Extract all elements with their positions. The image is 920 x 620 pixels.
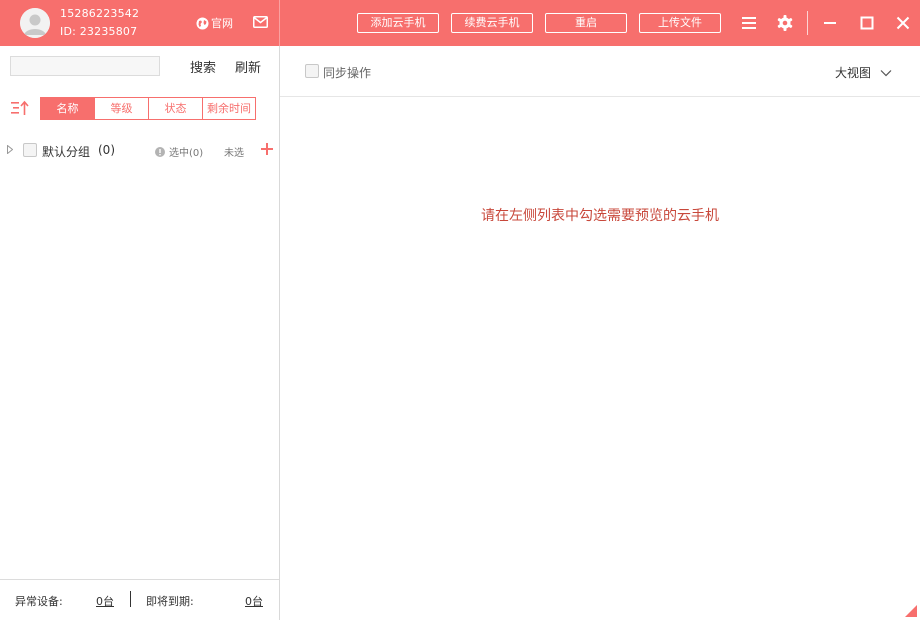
sync-operation-checkbox[interactable]: [305, 64, 319, 78]
search-input[interactable]: [10, 56, 160, 76]
unselect-button[interactable]: 未选: [224, 144, 244, 159]
upload-file-button[interactable]: 上传文件: [639, 13, 721, 33]
official-site-link[interactable]: 官网: [196, 15, 233, 31]
group-row-default: 默认分组 (0) 选中(0) 未选: [0, 140, 279, 160]
view-mode-select[interactable]: 大视图: [835, 64, 892, 81]
sort-tab-status[interactable]: 状态: [149, 98, 203, 119]
user-id: ID: 23235807: [60, 25, 138, 38]
title-bar: 15286223542 ID: 23235807 官网 添加云手机 续费云手机 …: [0, 0, 920, 46]
group-selected-label: 选中(0): [169, 148, 204, 159]
restart-button[interactable]: 重启: [545, 13, 627, 33]
close-icon[interactable]: [893, 13, 913, 33]
menu-icon[interactable]: [739, 13, 759, 33]
group-selected-count: 选中(0): [155, 144, 203, 159]
chevron-down-icon: [880, 69, 892, 76]
resize-grip-icon[interactable]: [905, 605, 917, 617]
refresh-button[interactable]: 刷新: [235, 57, 261, 76]
maximize-icon[interactable]: [857, 13, 877, 33]
titlebar-divider: [279, 0, 280, 46]
device-summary-footer: 异常设备: 0台 即将到期: 0台: [0, 579, 279, 620]
renew-cloud-phone-button[interactable]: 续费云手机: [451, 13, 533, 33]
expiring-devices-label: 即将到期:: [146, 595, 194, 608]
official-site-label: 官网: [211, 17, 233, 30]
add-cloud-phone-button[interactable]: 添加云手机: [357, 13, 439, 33]
toolbar-divider: [280, 96, 920, 97]
expiring-devices-count[interactable]: 0台: [245, 593, 263, 609]
abnormal-devices-count[interactable]: 0台: [96, 593, 114, 609]
empty-preview-hint: 请在左侧列表中勾选需要预览的云手机: [481, 208, 719, 224]
user-avatar-icon: [20, 8, 50, 38]
info-icon: [155, 146, 165, 157]
window-controls-separator: [807, 11, 808, 35]
user-phone: 15286223542: [60, 7, 140, 20]
sort-tab-remaining-time[interactable]: 剩余时间: [203, 98, 255, 119]
device-list-panel: 搜索 刷新 名称 等级 状态 剩余时间 默认分组 (0) 选中(0) 未选 异常…: [0, 46, 280, 620]
minimize-icon[interactable]: [820, 13, 840, 33]
group-count: (0): [98, 143, 115, 157]
footer-separator: [130, 591, 131, 607]
sort-tab-level[interactable]: 等级: [95, 98, 149, 119]
sync-operation-label: 同步操作: [323, 66, 372, 80]
search-button[interactable]: 搜索: [190, 57, 216, 76]
avatar[interactable]: [20, 8, 50, 38]
view-mode-label: 大视图: [835, 66, 872, 80]
gear-icon[interactable]: [775, 13, 795, 33]
group-checkbox[interactable]: [23, 143, 37, 157]
sort-order-icon[interactable]: [10, 100, 30, 116]
sort-tab-name[interactable]: 名称: [41, 98, 95, 119]
abnormal-devices-label: 异常设备:: [15, 595, 63, 608]
globe-icon: [196, 17, 209, 29]
expand-arrow-icon[interactable]: [7, 145, 13, 154]
add-icon[interactable]: [260, 142, 274, 156]
sort-tabs: 名称 等级 状态 剩余时间: [40, 97, 256, 120]
group-name: 默认分组: [42, 145, 91, 159]
mail-icon[interactable]: [253, 16, 268, 28]
preview-panel: 同步操作 大视图 请在左侧列表中勾选需要预览的云手机: [280, 46, 920, 620]
